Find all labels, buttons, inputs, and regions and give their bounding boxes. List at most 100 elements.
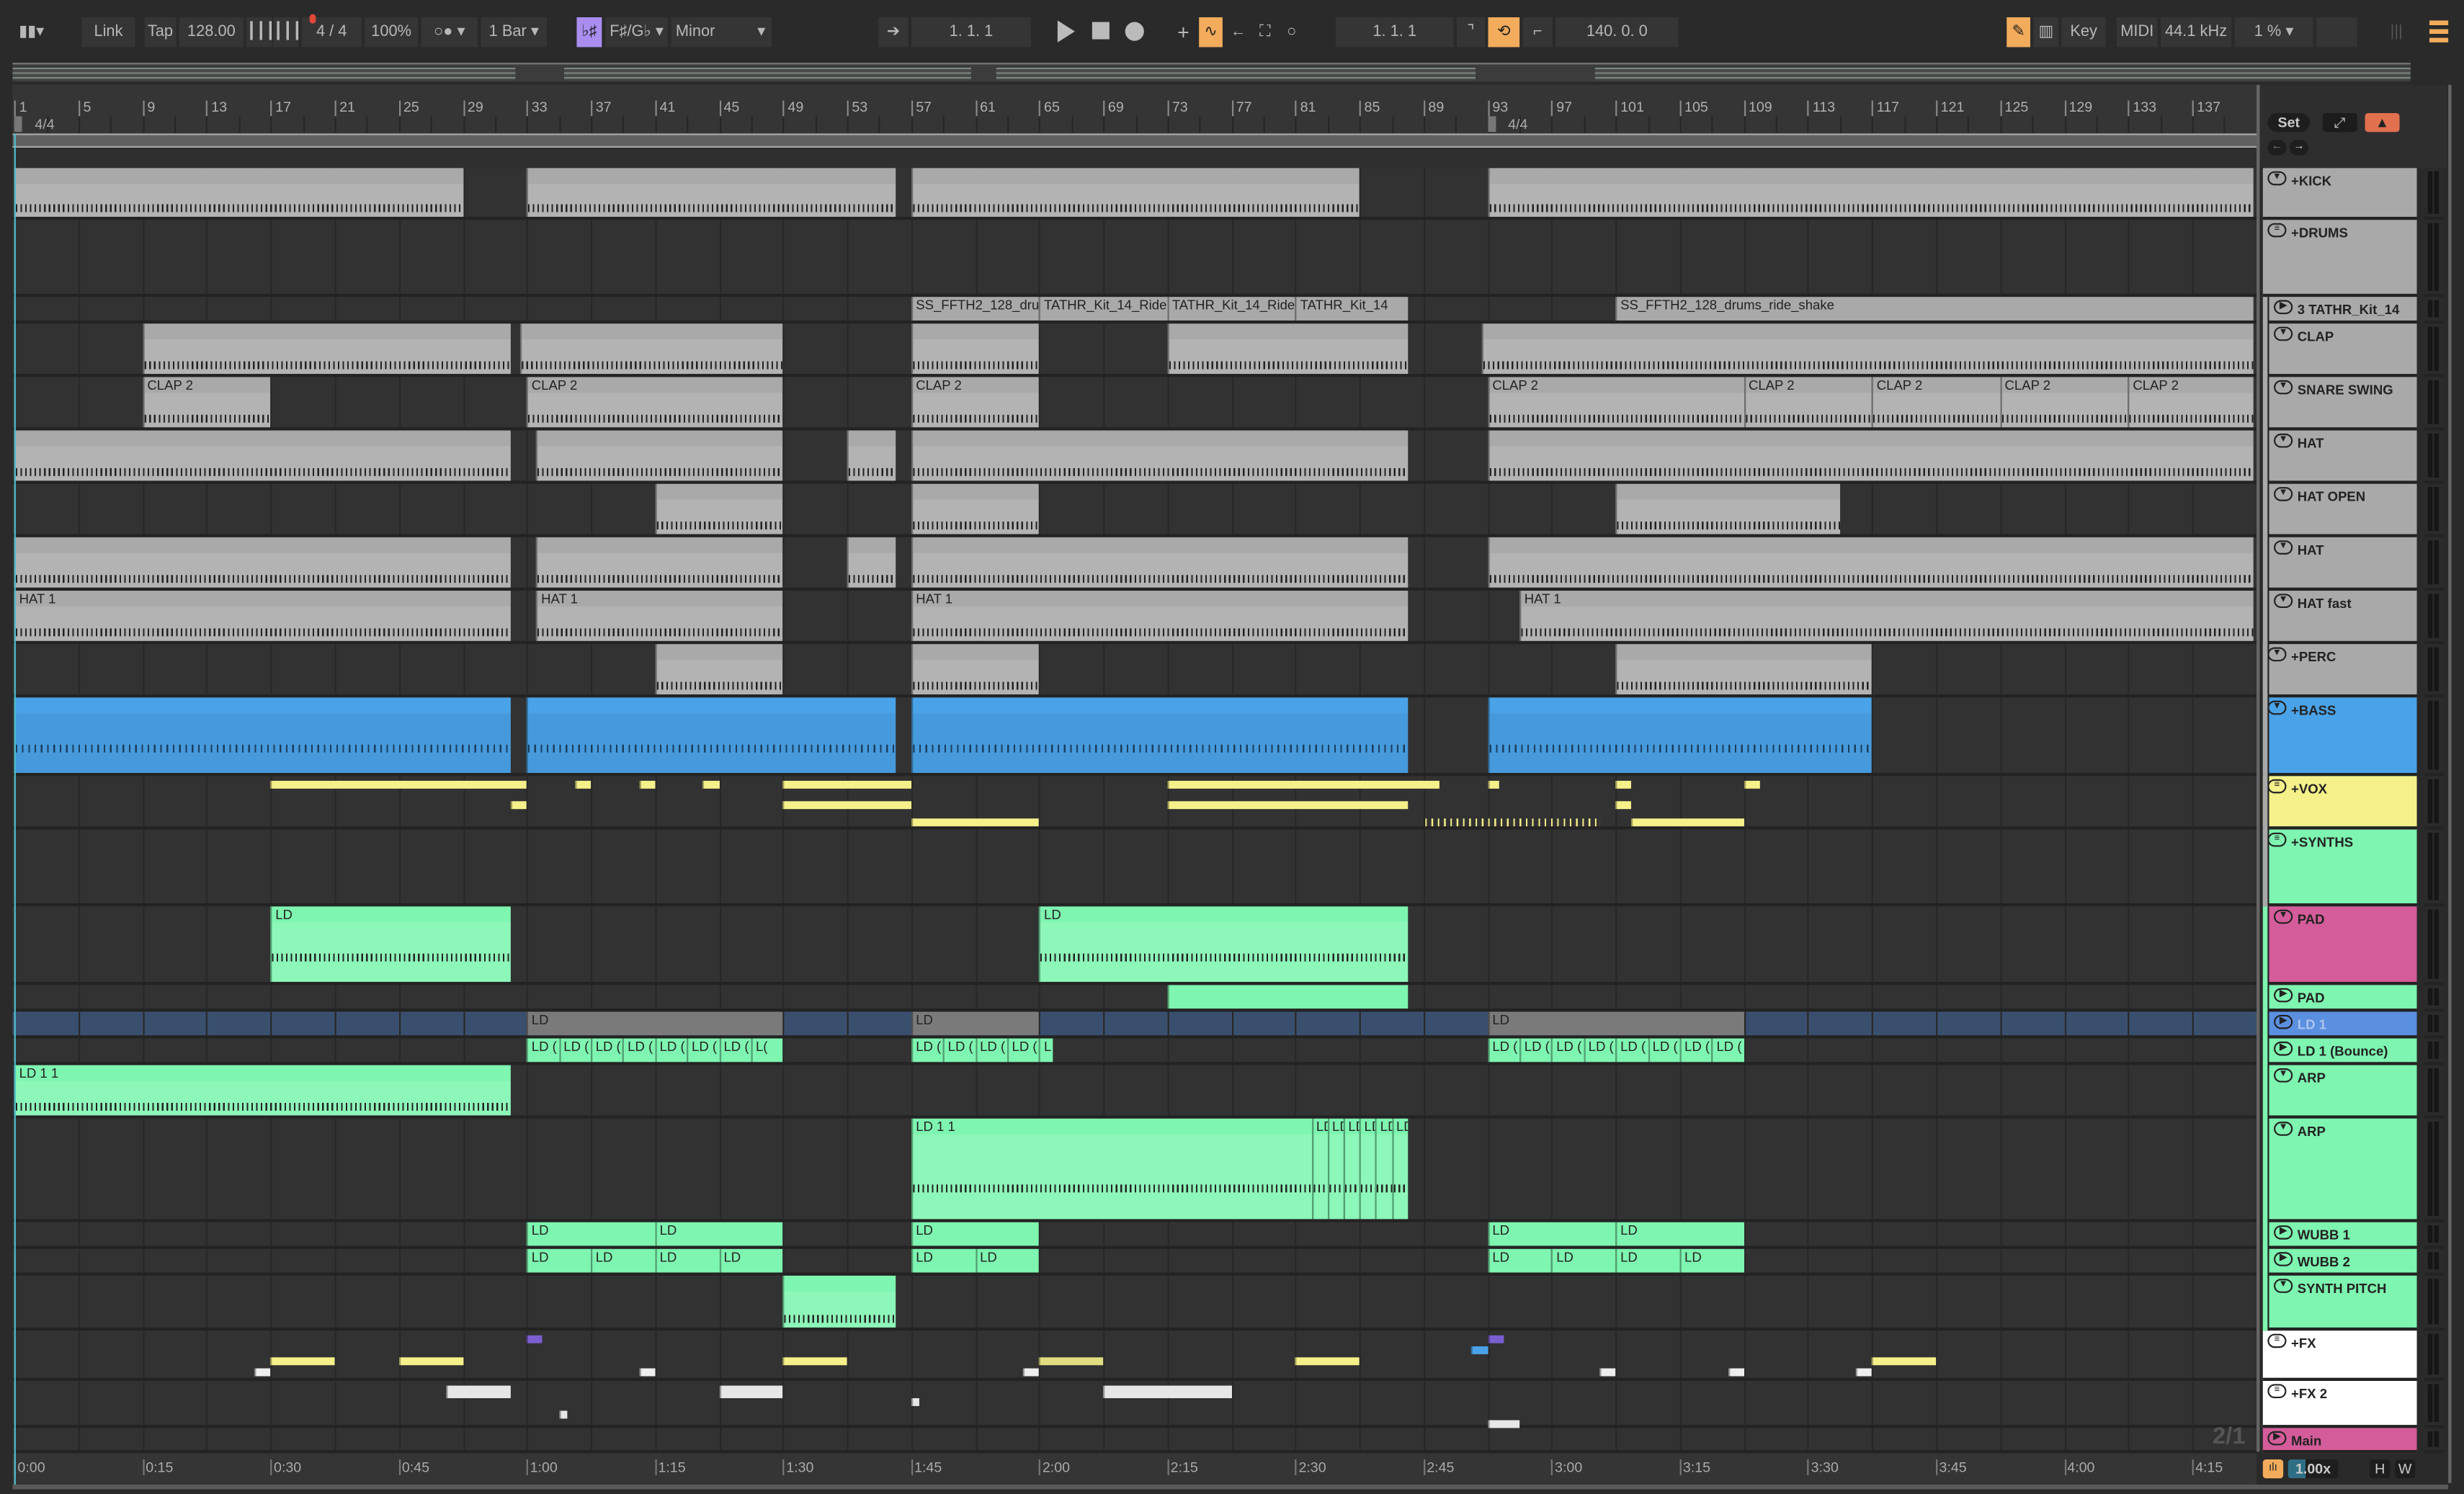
clip[interactable]: LD (1359, 1118, 1376, 1220)
clip[interactable] (782, 1275, 896, 1328)
clip[interactable] (1481, 323, 2254, 375)
track-header[interactable]: ▼ ARP (2269, 1065, 2417, 1119)
track-lane[interactable] (12, 829, 2257, 907)
clip[interactable]: HAT 1 (1519, 591, 2254, 641)
play-icon[interactable]: ▶ (2274, 988, 2293, 1003)
record-icon[interactable] (1125, 22, 1144, 41)
clip[interactable]: LD ( (1551, 1038, 1584, 1063)
clip[interactable]: LD (591, 1248, 656, 1273)
fold-down-icon[interactable]: ▼ (2267, 171, 2287, 186)
clip[interactable]: LD ( (1615, 1038, 1648, 1063)
clip[interactable] (911, 168, 1360, 217)
clip[interactable]: HAT 1 (911, 591, 1408, 641)
track-header[interactable]: ▼ HAT fast (2269, 591, 2417, 645)
play-icon[interactable]: ▶ (2274, 1041, 2293, 1056)
clip[interactable]: LD (1487, 1011, 1744, 1036)
loop-toggle-icon[interactable]: ⟲ (1488, 17, 1520, 48)
clip[interactable]: LD (527, 1248, 592, 1273)
track-lane[interactable] (12, 537, 2257, 591)
track-lane[interactable]: CLAP 2 CLAP 2 CLAP 2 CLAP 2 CLAP 2 CLAP 2 CLAP… (12, 377, 2257, 431)
track-lane[interactable] (12, 168, 2257, 220)
clip[interactable] (1615, 801, 1632, 810)
fold-down-icon[interactable]: ▼ (2274, 1279, 2293, 1293)
track-lane[interactable]: LD (LD (LD (LD (LD (LD (LD (L(LD (LD (LD… (12, 1038, 2257, 1065)
clip[interactable]: LD (911, 1011, 1040, 1036)
clip[interactable]: LD 1 1 (14, 1065, 511, 1116)
clip[interactable]: LD (655, 1222, 783, 1246)
clip[interactable]: LD ( (718, 1038, 751, 1063)
clip[interactable]: LD (1615, 1222, 1744, 1246)
arrangement-tracks[interactable]: SS_FFTH2_128_drums_ride_shakeTATHR_Kit_1… (12, 149, 2257, 1454)
track-lane[interactable] (12, 776, 2257, 830)
clip[interactable]: LD (1375, 1118, 1392, 1220)
group-icon[interactable]: ≡ (2267, 832, 2287, 847)
clip[interactable]: LD (527, 1011, 783, 1036)
clip[interactable] (1023, 1368, 1040, 1377)
clip[interactable] (911, 1398, 919, 1406)
clip[interactable]: LD ( (1519, 1038, 1552, 1063)
playhead[interactable] (14, 133, 16, 1485)
clip[interactable] (447, 1385, 512, 1399)
track-lane[interactable]: HAT 1 HAT 1 HAT 1 HAT 1 (12, 591, 2257, 645)
clip[interactable] (520, 323, 783, 375)
view-layout-icon[interactable]: ▮▮▾ (12, 17, 50, 48)
lock-icon[interactable]: ▲ (2365, 113, 2400, 133)
clip[interactable] (398, 1357, 463, 1366)
clip[interactable] (782, 801, 911, 810)
track-header[interactable]: ▶ LD 1 (Bounce) (2269, 1038, 2417, 1065)
clip[interactable] (782, 1357, 847, 1366)
fold-down-icon[interactable]: ▼ (2274, 909, 2293, 924)
arrangement-position-field[interactable]: 1. 1. 1 (911, 17, 1031, 48)
clip[interactable] (1615, 644, 1872, 694)
play-icon[interactable]: ▶ (2274, 1252, 2293, 1266)
nudge-down-icon[interactable]: ┃┃┃ (246, 17, 275, 48)
link-button[interactable]: Link (81, 17, 135, 48)
clip[interactable]: LD ( (1679, 1038, 1712, 1063)
clip[interactable] (536, 430, 783, 481)
clip[interactable]: CLAP 2 (142, 377, 271, 428)
clip[interactable]: L( (751, 1038, 783, 1063)
clip[interactable] (911, 697, 1408, 774)
auto-arm-icon[interactable]: ⤢ (2322, 113, 2357, 133)
clip[interactable] (527, 168, 896, 217)
clip[interactable] (911, 323, 1040, 375)
clip[interactable]: LD (655, 1248, 719, 1273)
tap-tempo-button[interactable]: Tap (144, 17, 177, 48)
beat-time-ruler[interactable]: 1 5 9 13 17 21 25 29 33 37 41 45 49 53 57 61 65 69 73 77 81 8… (12, 84, 2258, 134)
clip[interactable]: LD ( (1648, 1038, 1680, 1063)
time-ruler[interactable]: 0:00 0:15 0:30 0:45 1:00 1:15 1:30 1:45 2:00 2:15… (12, 1453, 2257, 1485)
clip[interactable]: LD ( (622, 1038, 656, 1063)
time-signature-marker[interactable]: 4/4 (1487, 116, 1527, 133)
clip[interactable]: LD ( (527, 1038, 559, 1063)
track-header[interactable]: ▼ ARP (2269, 1118, 2417, 1222)
clip[interactable] (702, 780, 719, 789)
draw-mode-icon[interactable]: ✎ (2007, 17, 2030, 48)
clip[interactable] (1487, 780, 1499, 789)
fold-down-icon[interactable]: ▼ (2267, 700, 2287, 715)
clip[interactable]: CLAP 2 (527, 377, 783, 428)
capture-icon[interactable]: ⛶ (1254, 17, 1277, 48)
clip[interactable] (1167, 323, 1408, 375)
clip[interactable]: LD ( (975, 1038, 1008, 1063)
stop-icon[interactable] (1092, 22, 1110, 40)
track-header[interactable]: ▼ +PERC (2262, 644, 2417, 698)
clip[interactable]: LD 1 1 (911, 1118, 1312, 1220)
clip[interactable]: LD ( (1584, 1038, 1616, 1063)
track-header[interactable]: ≡ +FX 2 (2262, 1381, 2417, 1428)
track-lane[interactable] (12, 220, 2257, 298)
clip[interactable]: HAT 1 (14, 591, 511, 641)
group-icon[interactable]: ≡ (2267, 1384, 2287, 1399)
track-lane[interactable] (12, 1381, 2257, 1428)
clip[interactable]: LD (975, 1248, 1040, 1273)
clip[interactable] (782, 780, 911, 789)
track-header[interactable]: ≡ +VOX (2262, 776, 2417, 830)
clip[interactable]: CLAP 2 (1872, 377, 2000, 428)
clip[interactable]: LD ( (591, 1038, 623, 1063)
midi-map-button[interactable]: MIDI (2116, 17, 2158, 48)
clip[interactable] (527, 1335, 543, 1343)
track-header[interactable]: ▼ HAT (2269, 430, 2417, 484)
key-map-button[interactable]: Key (2061, 17, 2106, 48)
track-lane[interactable] (12, 430, 2257, 484)
clip[interactable] (1599, 1368, 1616, 1377)
clip[interactable] (1631, 818, 1744, 827)
